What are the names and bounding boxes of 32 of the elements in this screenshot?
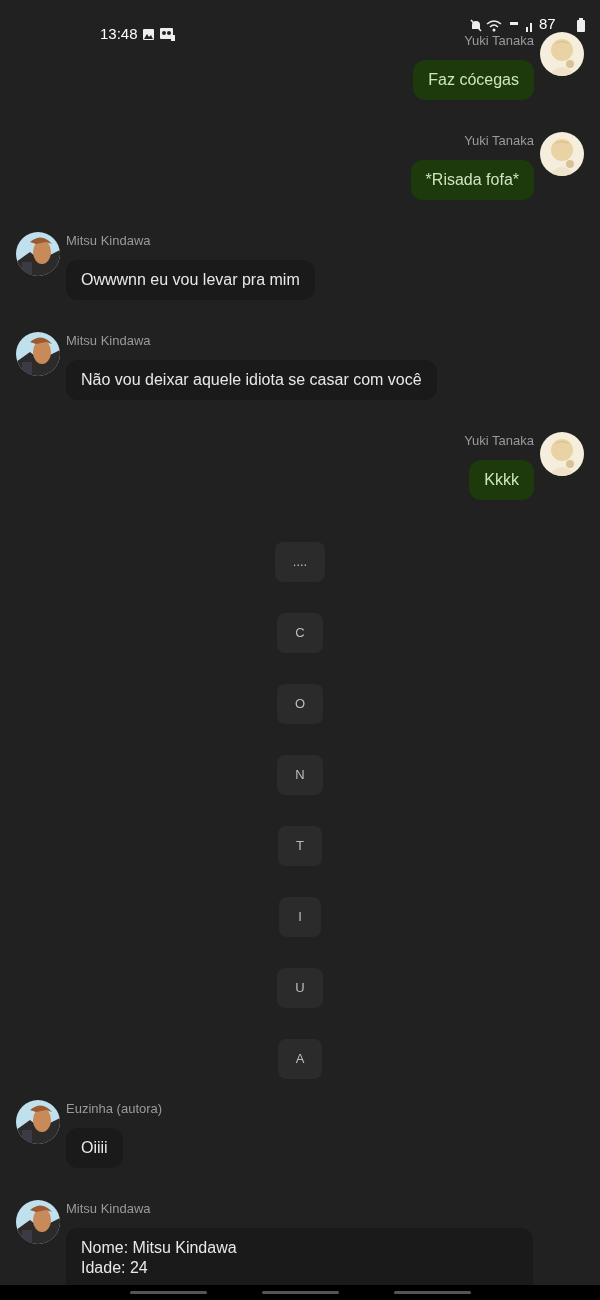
message-bubble: Owwwnn eu vou levar pra mim (66, 260, 315, 300)
sender-name: Euzinha (autora) (66, 1101, 163, 1117)
divider-bubble: A (277, 1039, 323, 1079)
mute-icon (470, 19, 482, 32)
message-bubble: Kkkk (469, 460, 534, 500)
wifi-icon (486, 19, 502, 32)
sender-name: Mitsu Kindawa (66, 333, 151, 349)
divider-bubble: C (277, 613, 323, 653)
message-bubble: Nome: Mitsu Kindawa Idade: 24 (66, 1228, 533, 1285)
battery-icon (577, 18, 585, 32)
message-bubble: *Risada fofa* (410, 160, 534, 200)
divider-bubble: U (277, 968, 323, 1008)
notification-icon (160, 28, 175, 41)
divider-bubble: I (279, 897, 321, 937)
sender-name: Mitsu Kindawa (66, 233, 151, 249)
message-bubble: Faz cócegas (413, 60, 534, 100)
divider-bubble: T (278, 826, 322, 866)
nav-handle[interactable] (129, 1291, 207, 1294)
status-time: 13:48 (100, 25, 138, 43)
image-icon (143, 29, 154, 40)
message-bubble: Oiiii (66, 1128, 123, 1168)
sender-name: Yuki Tanaka (464, 133, 534, 149)
divider-bubble: O (276, 684, 324, 724)
nav-handle[interactable] (261, 1291, 339, 1294)
divider-bubble: N (277, 755, 323, 795)
sender-name: Yuki Tanaka (464, 433, 534, 449)
sender-name: Yuki Tanaka (464, 33, 534, 49)
message-bubble: Não vou deixar aquele idiota se casar com você (66, 360, 437, 400)
battery-level: 87 (539, 15, 556, 33)
nav-handle[interactable] (393, 1291, 471, 1294)
divider-bubble: .... (274, 542, 326, 582)
sender-name: Mitsu Kindawa (66, 1201, 151, 1217)
